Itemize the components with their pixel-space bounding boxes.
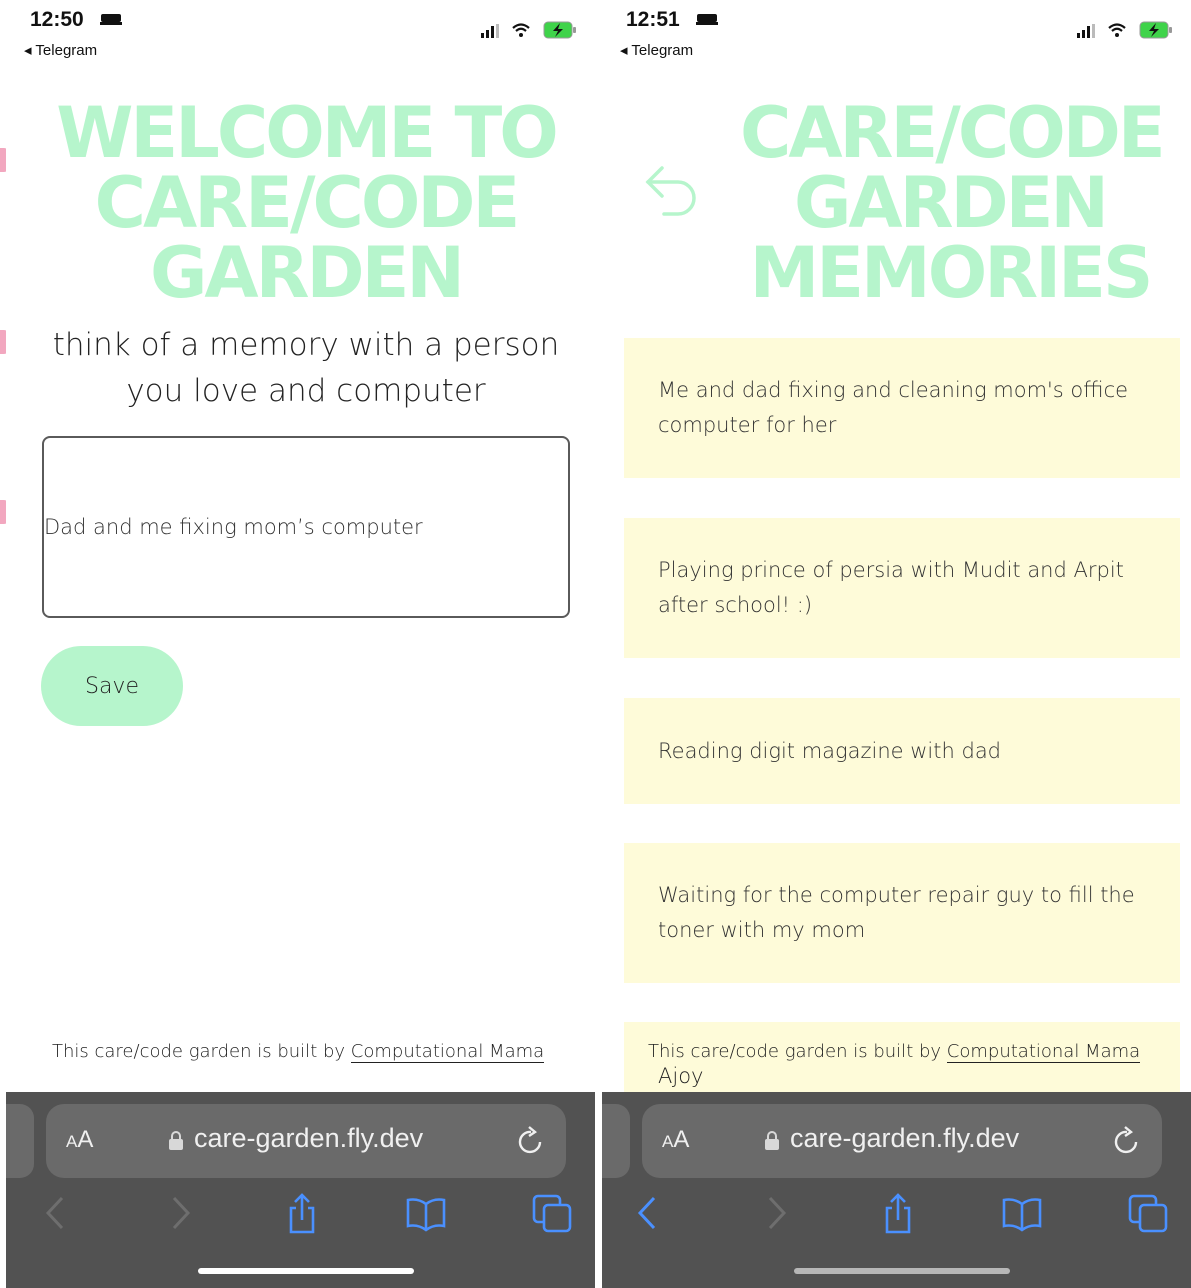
prompt-line: think of a memory with a person — [52, 327, 560, 363]
screen-divider — [595, 0, 602, 1288]
save-button[interactable]: Save — [41, 646, 183, 726]
aa-large: A — [77, 1126, 94, 1153]
memory-text: Me and dad fixing and cleaning mom's off… — [658, 378, 1129, 437]
previous-tab-peek[interactable] — [6, 1104, 34, 1178]
lock-icon — [169, 1131, 183, 1150]
battery-charging-icon — [1139, 21, 1172, 39]
battery-charging-icon — [543, 21, 576, 39]
page-title: CARE/CODE GARDEN MEMORIES — [740, 98, 1166, 308]
cellular-signal-icon — [481, 24, 499, 38]
back-to-app-link[interactable]: ◂ Telegram — [24, 41, 97, 59]
home-indicator[interactable] — [198, 1268, 414, 1274]
status-time: 12:51 — [626, 8, 680, 31]
page-title: WELCOME TO CARE/CODE GARDEN — [46, 98, 566, 308]
footer-continuation: Ajoy — [658, 1064, 704, 1088]
reader-aa-button[interactable]: AA — [662, 1126, 689, 1154]
memory-prompt: think of a memory with a person you love… — [36, 322, 576, 414]
sleep-focus-icon — [100, 14, 122, 25]
safari-toolbar: AA care-garden.fly.dev — [602, 1092, 1191, 1288]
bookmarks-icon[interactable] — [1002, 1192, 1042, 1234]
address-bar[interactable]: AA care-garden.fly.dev — [642, 1104, 1162, 1178]
aa-small: A — [662, 1132, 674, 1151]
share-icon[interactable] — [878, 1192, 918, 1234]
url-text: care-garden.fly.dev — [194, 1123, 424, 1153]
memory-card: Playing prince of persia with Mudit and … — [624, 518, 1180, 658]
lock-icon — [765, 1131, 779, 1150]
reload-icon[interactable] — [1112, 1124, 1142, 1156]
memory-card: Reading digit magazine with dad — [624, 698, 1180, 804]
aa-small: A — [66, 1132, 78, 1151]
cellular-signal-icon — [1077, 24, 1095, 38]
aa-large: A — [673, 1126, 690, 1153]
undo-back-icon[interactable] — [640, 160, 704, 224]
memory-input[interactable] — [42, 436, 570, 618]
forward-arrow-icon[interactable] — [756, 1192, 796, 1234]
tabs-icon[interactable] — [532, 1192, 572, 1234]
share-icon[interactable] — [282, 1192, 322, 1234]
memory-text: Reading digit magazine with dad — [658, 738, 1002, 763]
wifi-icon — [1108, 23, 1126, 37]
memory-text: Waiting for the computer repair guy to f… — [658, 883, 1135, 942]
safari-toolbar: AA care-garden.fly.dev — [6, 1092, 595, 1288]
footer-credit: This care/code garden is built by Comput… — [648, 1041, 1141, 1063]
footer-text: This care/code garden is built by — [648, 1041, 947, 1062]
url-text: care-garden.fly.dev — [790, 1123, 1020, 1153]
bookmarks-icon[interactable] — [406, 1192, 446, 1234]
prompt-line: you love and computer — [126, 373, 486, 409]
reader-aa-button[interactable]: AA — [66, 1126, 93, 1154]
previous-tab-peek[interactable] — [602, 1104, 630, 1178]
sleep-focus-icon — [696, 14, 718, 25]
memory-card: Me and dad fixing and cleaning mom's off… — [624, 338, 1180, 478]
title-line: GARDEN — [149, 232, 465, 314]
wifi-icon — [512, 23, 530, 37]
computational-mama-link[interactable]: Computational Mama — [350, 1041, 545, 1063]
tabs-icon[interactable] — [1128, 1192, 1168, 1234]
memory-text: Playing prince of persia with Mudit and … — [658, 558, 1124, 617]
footer-credit: This care/code garden is built by Comput… — [52, 1041, 545, 1063]
reload-icon[interactable] — [516, 1124, 546, 1156]
back-arrow-icon[interactable] — [36, 1192, 76, 1234]
title-line: MEMORIES — [749, 232, 1154, 314]
forward-arrow-icon[interactable] — [160, 1192, 200, 1234]
memory-card: Waiting for the computer repair guy to f… — [624, 843, 1180, 983]
address-bar[interactable]: AA care-garden.fly.dev — [46, 1104, 566, 1178]
phone-screen-memories: 12:51 ◂ Telegram CARE/CODE GARDEN MEMORI… — [602, 0, 1191, 1288]
status-time: 12:50 — [30, 8, 84, 31]
back-to-app-link[interactable]: ◂ Telegram — [620, 41, 693, 59]
back-arrow-icon[interactable] — [628, 1192, 668, 1234]
computational-mama-link[interactable]: Computational Mama — [946, 1041, 1141, 1063]
footer-text: This care/code garden is built by — [52, 1041, 351, 1062]
phone-screen-welcome: 12:50 ◂ Telegram WELCOME TO CARE/CODE GA… — [6, 0, 595, 1288]
home-indicator[interactable] — [794, 1268, 1010, 1274]
